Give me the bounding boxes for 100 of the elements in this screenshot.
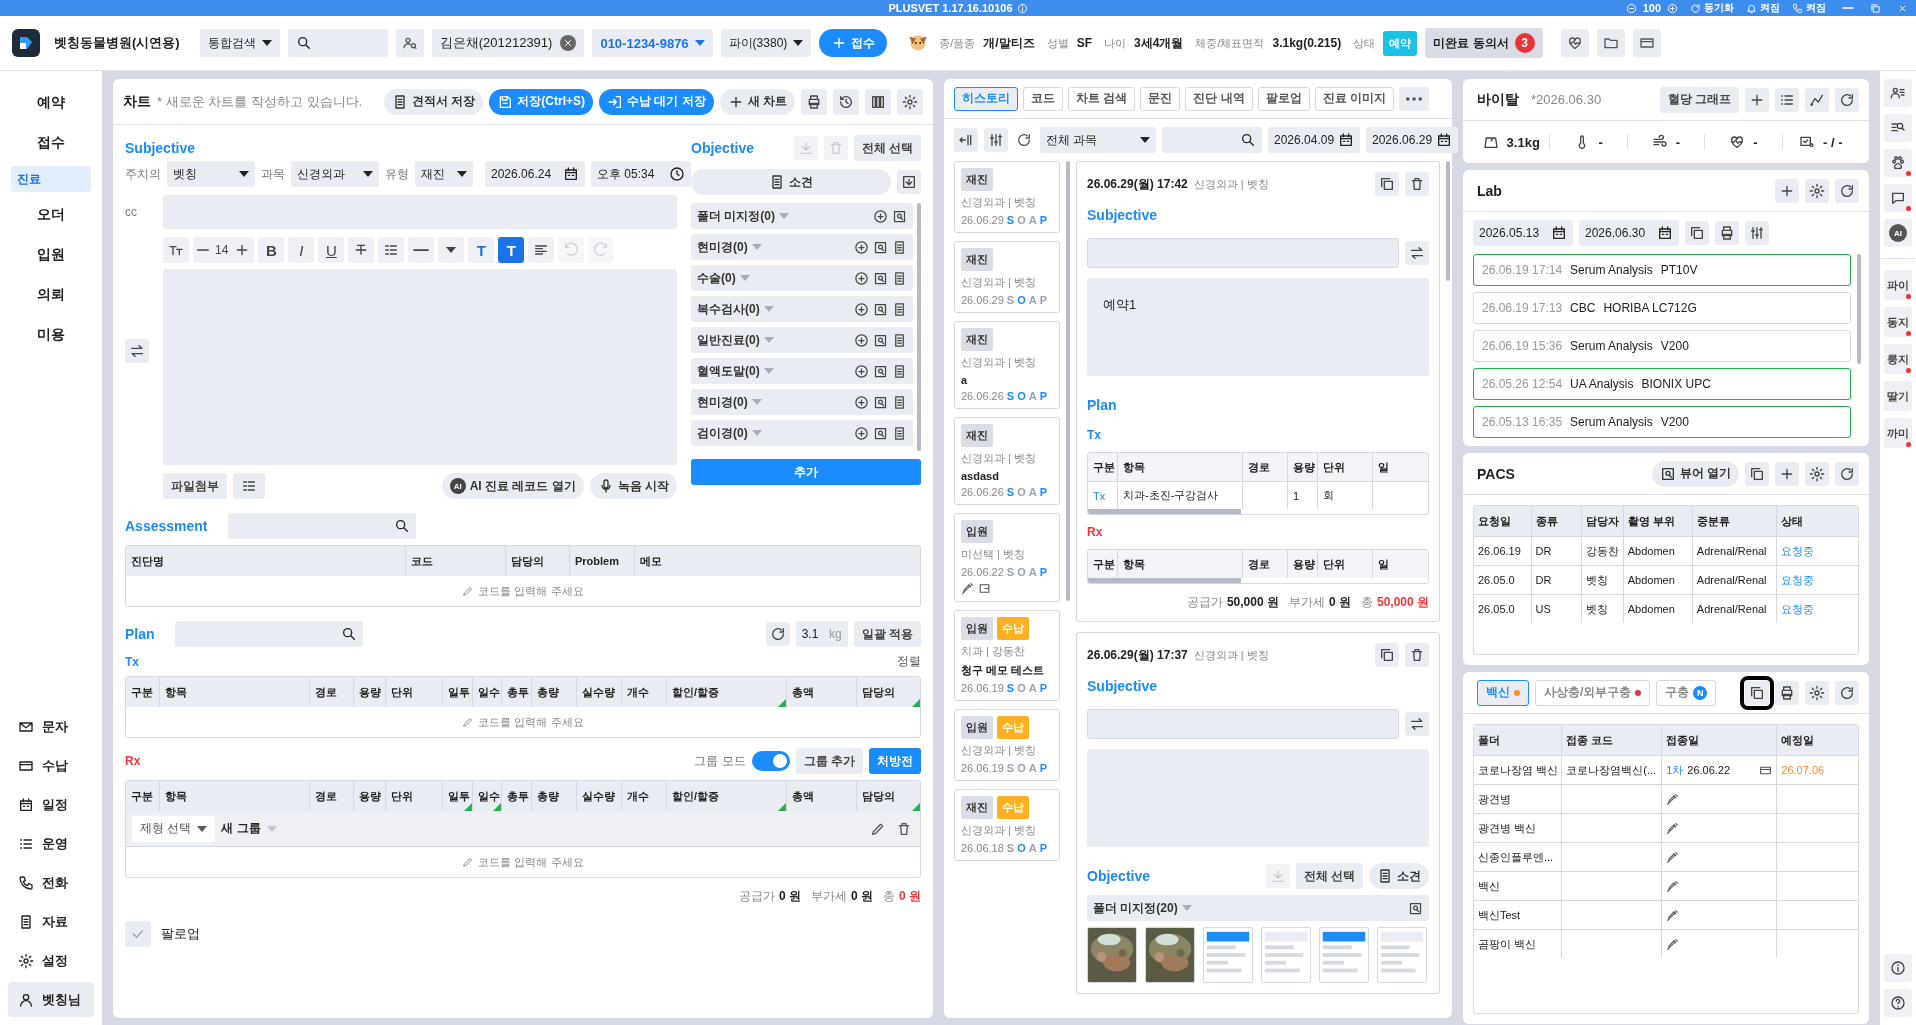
settings-button[interactable] [1805,680,1829,705]
scroll-bar[interactable] [1088,509,1241,514]
add-button[interactable] [1745,87,1769,112]
scroll-bar[interactable] [1446,161,1450,281]
select-all-button[interactable]: 전체 선택 [853,135,921,161]
nav-item[interactable]: 자료 [8,904,94,939]
history-card[interactable]: 재진 수납 신경외과 | 벳칭 26.06.18 S O A P [954,789,1060,861]
delete-button[interactable] [1405,643,1429,667]
text-size-button[interactable] [163,237,189,263]
date-field[interactable]: 2026.04.09 [1268,127,1360,153]
patient-tab[interactable]: 룽지 [1884,344,1912,374]
form-dropdown[interactable]: 제형 선택 [132,815,216,842]
filter-button[interactable] [1745,221,1769,245]
lab-result[interactable]: 26.05.13 16:35 Serum Analysis V200 [1473,406,1851,438]
history-card[interactable]: 재진 신경외과 | 벳칭 26.06.29 S O A P [954,161,1060,233]
empty-row[interactable]: 코드를 입력해 주세요 [126,576,920,606]
lab-result[interactable]: 26.06.19 15:36 Serum Analysis V200 [1473,330,1851,362]
nav-item[interactable]: 벳칭님 [8,982,94,1017]
open-viewer-button[interactable]: 뷰어 열기 [1651,460,1739,487]
consent-button[interactable]: 미완료 동의서 3 [1425,28,1543,58]
history-card[interactable]: 재진 신경외과 | 벳칭 a 26.06.26 S O A P [954,321,1060,409]
history-card[interactable]: 입원 수납 신경외과 | 벳칭 26.06.19 S O A P [954,709,1060,781]
side-tool-button[interactable] [1884,114,1912,142]
department-dropdown[interactable]: 전체 과목 [1040,127,1156,153]
scroll-bar[interactable] [1088,578,1241,583]
swap-button[interactable] [1405,712,1429,736]
nav-item[interactable]: 미용 [11,318,91,352]
folder-row[interactable]: 검이경(0) [691,420,913,446]
settings-button[interactable] [897,88,923,115]
format-button[interactable]: U [318,237,345,263]
nav-item[interactable]: 오더 [11,198,91,232]
heart-button[interactable] [1560,29,1589,57]
refresh-button[interactable] [1835,87,1859,112]
cc-field[interactable] [1087,238,1399,268]
divider-button[interactable] [408,237,435,263]
history-tab[interactable]: 문진 [1140,86,1181,111]
search-field[interactable] [287,29,388,57]
patient-tab[interactable]: 파이 [1884,270,1912,300]
list-button[interactable] [233,473,265,499]
history-card[interactable]: 입원 수납 치과 | 강동찬 청구 메모 테스트 26.06.19 S O A P [954,610,1060,701]
folder-row[interactable]: 일반진료(0) [691,327,913,353]
list-button[interactable] [1775,87,1799,112]
visit-type-dropdown[interactable]: 재진 [415,161,473,187]
filter-button[interactable] [984,128,1008,152]
scroll-bar[interactable] [1066,161,1070,601]
search-field[interactable] [227,513,416,539]
ai-record-button[interactable]: AI AI 진료 레코드 열기 [441,473,584,499]
cc-field[interactable] [1087,709,1399,739]
chart-action-button[interactable]: 견적서 저장 [383,88,484,115]
lab-result[interactable]: 26.06.19 17:13 CBC HORIBA LC712G [1473,292,1851,324]
record-button[interactable]: 녹음 시작 [589,473,677,499]
swap-button[interactable] [1405,241,1429,265]
patient-tab[interactable]: 까미 [1884,418,1912,448]
history-button[interactable] [833,88,859,115]
scroll-bar[interactable] [1857,254,1861,364]
history-tab[interactable]: 진료 이미지 [1314,86,1395,111]
text-color-button[interactable]: T [468,237,495,263]
restore-button[interactable] [1870,2,1881,14]
settings-button[interactable] [1805,178,1829,203]
scroll-bar[interactable] [917,203,921,451]
delete-button[interactable] [1405,172,1429,196]
copy-button[interactable] [1375,172,1399,196]
print-button[interactable] [1715,221,1739,245]
font-size-stepper[interactable]: 14 [193,237,255,263]
empty-row[interactable]: 코드를 입력해 주세요 [126,707,920,737]
list-button[interactable] [378,237,405,263]
strikethrough-button[interactable] [348,237,375,263]
nav-item[interactable]: 접수 [11,126,91,160]
search-scope-dropdown[interactable]: 통합검색 [199,29,280,57]
folder-row[interactable]: 수술(0) [691,265,913,291]
text-color-button[interactable]: T [498,237,525,263]
nav-item[interactable]: 수납 [8,748,94,783]
refresh-button[interactable] [1835,680,1859,705]
patient-field[interactable]: 김은채(201212391) [431,29,585,57]
followup-checkbox[interactable] [125,921,151,947]
swap-button[interactable] [125,339,149,363]
info-button[interactable] [1884,954,1912,982]
nav-item[interactable]: 문자 [8,709,94,744]
help-button[interactable] [1884,989,1912,1017]
copy-button[interactable] [1375,643,1399,667]
search-field[interactable] [174,621,363,647]
collapse-button[interactable] [954,128,978,152]
nav-item[interactable]: 운영 [8,826,94,861]
findings-button[interactable]: 소견 [1369,863,1429,889]
export-button[interactable] [897,170,921,194]
apply-all-button[interactable]: 일괄 적용 [853,621,921,647]
vaccine-tab[interactable]: 구충 N [1656,679,1717,706]
lab-result[interactable]: 26.06.19 17:14 Serum Analysis PT10V [1473,254,1851,286]
print-button[interactable] [801,88,827,115]
patient-search-button[interactable] [395,29,424,57]
more-button[interactable] [1399,86,1430,111]
date-field[interactable]: 2026.05.13 [1473,220,1573,246]
group-name-dropdown[interactable]: 새 그룹 [221,820,277,837]
time-field[interactable]: 오후 05:34 [591,161,691,187]
add-button[interactable] [1775,461,1799,486]
refresh-button[interactable] [765,622,790,646]
copy-button[interactable] [1685,221,1709,245]
side-tool-button[interactable]: AI [1884,219,1912,247]
sort-button[interactable]: 정렬 [897,653,921,670]
add-group-button[interactable]: 그룹 추가 [795,748,863,774]
